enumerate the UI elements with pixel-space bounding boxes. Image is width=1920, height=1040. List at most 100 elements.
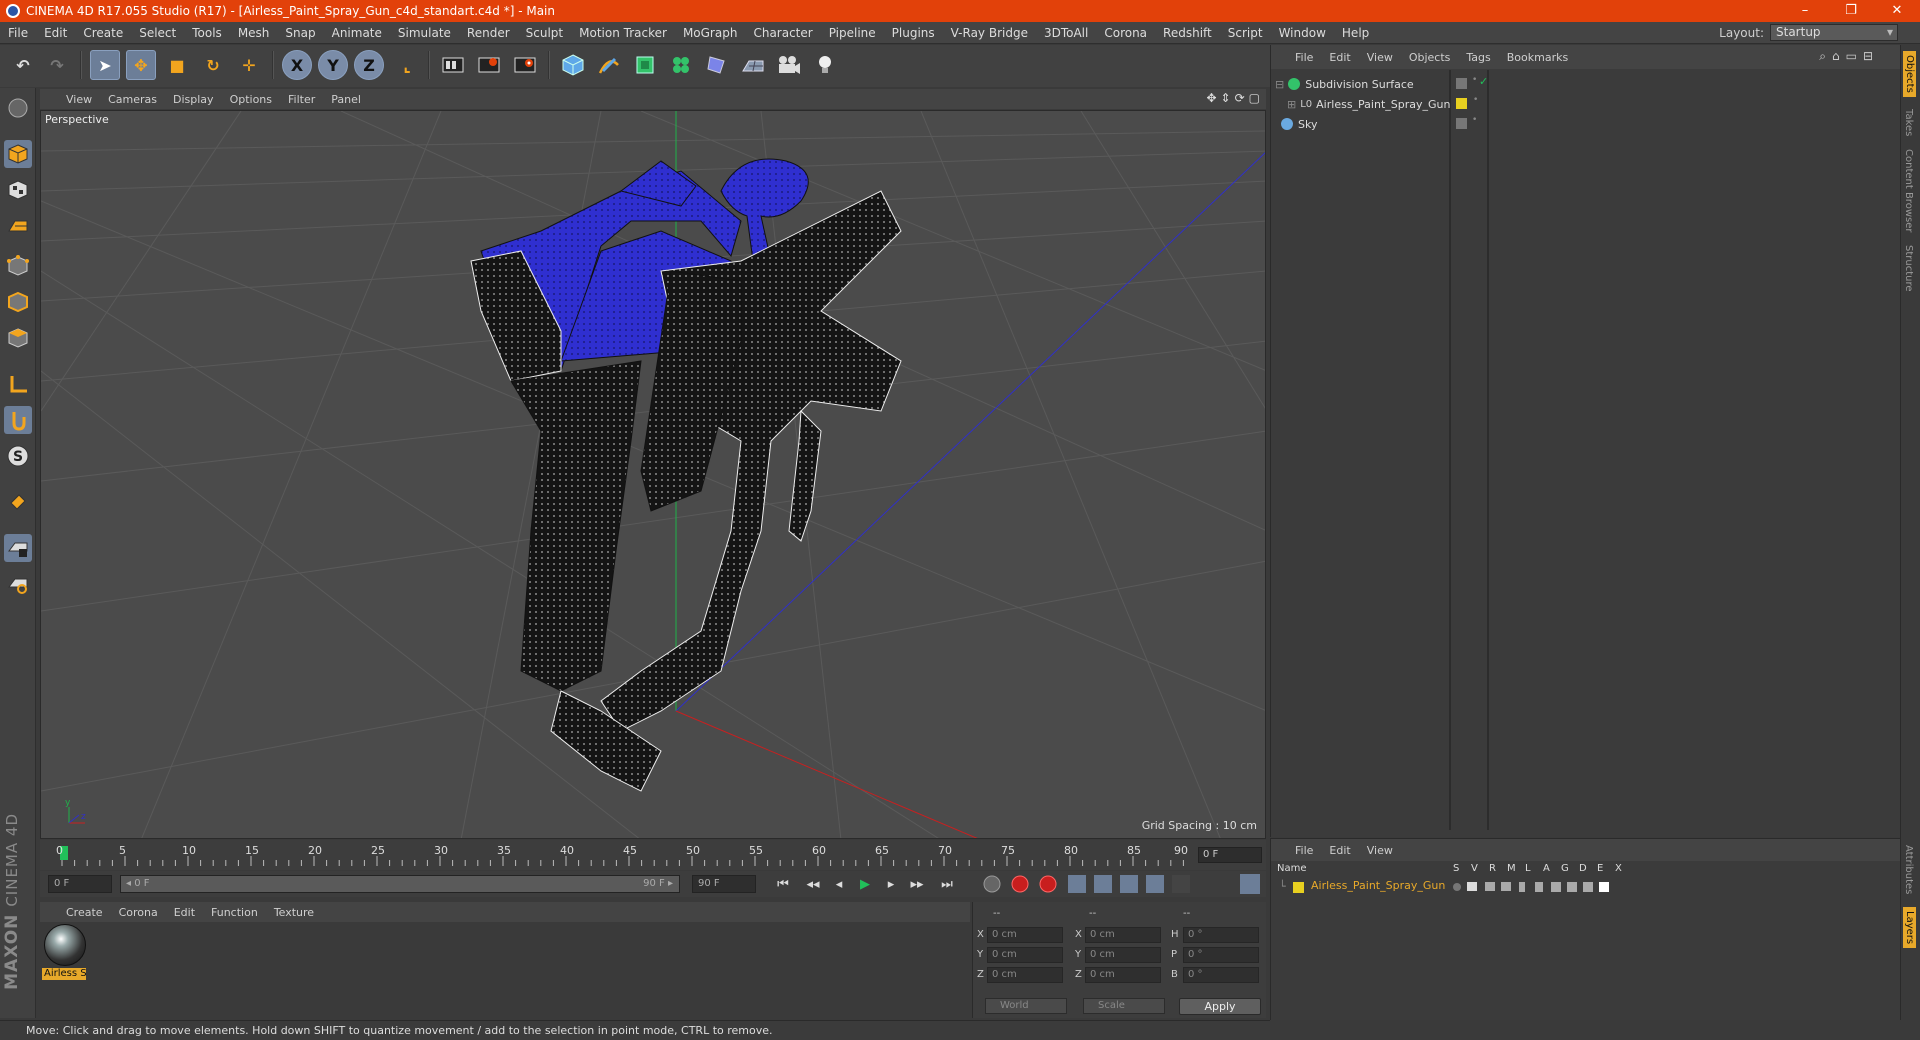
layout-dropdown[interactable]: Startup [1770, 24, 1898, 41]
menu-mograph[interactable]: MoGraph [675, 26, 746, 40]
menu-edit[interactable]: Edit [36, 26, 75, 40]
deformer-icon[interactable] [702, 50, 732, 80]
coordinate-system-icon[interactable]: ⌞ [392, 50, 422, 80]
viewport-menu-filter[interactable]: Filter [280, 93, 323, 106]
pos-y-field[interactable]: 0 cm [987, 947, 1063, 963]
viewport-menu-display[interactable]: Display [165, 93, 222, 106]
model-mode-icon[interactable] [4, 140, 32, 168]
rot-b-field[interactable]: 0 ° [1183, 967, 1259, 983]
magnet-icon[interactable] [4, 488, 32, 516]
menu-plugins[interactable]: Plugins [884, 26, 943, 40]
start-frame-field[interactable]: 0 F [48, 875, 112, 893]
menu-simulate[interactable]: Simulate [390, 26, 459, 40]
render-settings-icon[interactable] [510, 50, 540, 80]
go-to-start-icon[interactable]: ⏮ [772, 874, 794, 894]
current-frame-field[interactable]: 0 F [1198, 847, 1262, 863]
tab-layers[interactable]: Layers [1903, 907, 1916, 949]
menu-motion-tracker[interactable]: Motion Tracker [571, 26, 675, 40]
move-tool-icon[interactable]: ✥ [126, 50, 156, 80]
render-picture-viewer-icon[interactable] [474, 50, 504, 80]
viewport-menu-cameras[interactable]: Cameras [100, 93, 165, 106]
points-mode-icon[interactable] [4, 252, 32, 280]
menu-corona[interactable]: Corona [1096, 26, 1155, 40]
rot-p-field[interactable]: 0 ° [1183, 947, 1259, 963]
material-menu-corona[interactable]: Corona [111, 906, 166, 919]
polygons-mode-icon[interactable] [4, 324, 32, 352]
end-frame-field[interactable]: 90 F [692, 875, 756, 893]
play-icon[interactable]: ▶ [854, 874, 876, 894]
make-editable-icon[interactable] [4, 94, 32, 122]
timeline-ruler[interactable]: 0 5 10 15 20 25 30 35 40 45 50 55 60 65 … [40, 840, 1266, 870]
menu-redshift[interactable]: Redshift [1155, 26, 1220, 40]
material-name-label[interactable]: Airless S [42, 968, 86, 980]
render-view-icon[interactable] [438, 50, 468, 80]
menu-create[interactable]: Create [75, 26, 131, 40]
object-row-spray-gun[interactable]: ⊞ L0 Airless_Paint_Spray_Gun • [1287, 95, 1875, 113]
new-view-icon[interactable]: ▭ [1846, 49, 1857, 64]
redo-icon[interactable]: ↷ [42, 50, 72, 80]
viewport-menu-panel[interactable]: Panel [323, 93, 369, 106]
previous-frame-icon[interactable]: ◂ [828, 874, 850, 894]
scale-tool-icon[interactable]: ■ [162, 50, 192, 80]
cloner-icon[interactable] [666, 50, 696, 80]
search-icon[interactable]: ⌕ [1819, 49, 1826, 64]
material-menu-edit[interactable]: Edit [166, 906, 203, 919]
transform-tool-icon[interactable]: ✛ [234, 50, 264, 80]
spline-pen-icon[interactable] [594, 50, 624, 80]
tab-objects[interactable]: Objects [1903, 51, 1916, 97]
rotate-tool-icon[interactable]: ↻ [198, 50, 228, 80]
pos-z-field[interactable]: 0 cm [987, 967, 1063, 983]
objects-menu-edit[interactable]: Edit [1321, 51, 1358, 64]
layers-menu-view[interactable]: View [1359, 844, 1401, 857]
layer-color-swatch[interactable] [1293, 882, 1304, 893]
menu-vray-bridge[interactable]: V-Ray Bridge [943, 26, 1036, 40]
size-x-field[interactable]: 0 cm [1085, 927, 1161, 943]
light-object-icon[interactable] [810, 50, 840, 80]
tweak-mode-icon[interactable] [4, 406, 32, 434]
tab-structure[interactable]: Structure [1903, 245, 1914, 292]
menu-file[interactable]: File [0, 26, 36, 40]
menu-snap[interactable]: Snap [277, 26, 323, 40]
layer-toggles[interactable] [1451, 880, 1621, 894]
subdivision-surface-icon[interactable] [630, 50, 660, 80]
material-menu-texture[interactable]: Texture [266, 906, 322, 919]
close-button[interactable]: ✕ [1874, 0, 1920, 22]
edges-mode-icon[interactable] [4, 288, 32, 316]
texture-mode-icon[interactable] [4, 176, 32, 204]
menu-script[interactable]: Script [1220, 26, 1271, 40]
viewport-menu-view[interactable]: View [58, 93, 100, 106]
material-preview-sphere[interactable] [44, 924, 86, 966]
material-menu-function[interactable]: Function [203, 906, 266, 919]
layers-menu-file[interactable]: File [1287, 844, 1321, 857]
viewport-menu-options[interactable]: Options [222, 93, 280, 106]
zoom-view-icon[interactable]: ⇕ [1221, 91, 1231, 105]
objects-menu-file[interactable]: File [1287, 51, 1321, 64]
previous-key-icon[interactable]: ◂◂ [802, 874, 824, 894]
objects-menu-bookmarks[interactable]: Bookmarks [1499, 51, 1576, 64]
layer-name[interactable]: Airless_Paint_Spray_Gun [1311, 879, 1445, 892]
size-y-field[interactable]: 0 cm [1085, 947, 1161, 963]
menu-mesh[interactable]: Mesh [230, 26, 278, 40]
next-frame-icon[interactable]: ▸ [880, 874, 902, 894]
y-axis-lock-icon[interactable]: Y [318, 50, 348, 80]
menu-3dtoall[interactable]: 3DToAll [1036, 26, 1096, 40]
object-row-subdivision-surface[interactable]: ⊟ Subdivision Surface • ✓ [1275, 75, 1863, 93]
cube-object-icon[interactable] [558, 50, 588, 80]
menu-window[interactable]: Window [1271, 26, 1334, 40]
layers-menu-edit[interactable]: Edit [1321, 844, 1358, 857]
tab-takes[interactable]: Takes [1903, 109, 1914, 136]
maximize-view-icon[interactable]: ▢ [1249, 91, 1260, 105]
perspective-viewport[interactable]: y z Perspective Grid Spacing : 10 cm [40, 110, 1266, 839]
tab-content-browser[interactable]: Content Browser [1903, 149, 1914, 232]
menu-render[interactable]: Render [459, 26, 518, 40]
menu-sculpt[interactable]: Sculpt [518, 26, 571, 40]
pan-view-icon[interactable]: ✥ [1206, 91, 1216, 105]
live-selection-icon[interactable]: ➤ [90, 50, 120, 80]
enabled-check-icon[interactable]: ✓ [1479, 75, 1488, 88]
restore-button[interactable]: ❐ [1828, 0, 1874, 22]
apply-button[interactable]: Apply [1179, 998, 1261, 1015]
frame-ruler[interactable]: 0 5 10 15 20 25 30 35 40 45 50 55 60 65 … [50, 842, 1188, 868]
size-z-field[interactable]: 0 cm [1085, 967, 1161, 983]
x-axis-lock-icon[interactable]: X [282, 50, 312, 80]
snap-icon[interactable]: S [4, 442, 32, 470]
